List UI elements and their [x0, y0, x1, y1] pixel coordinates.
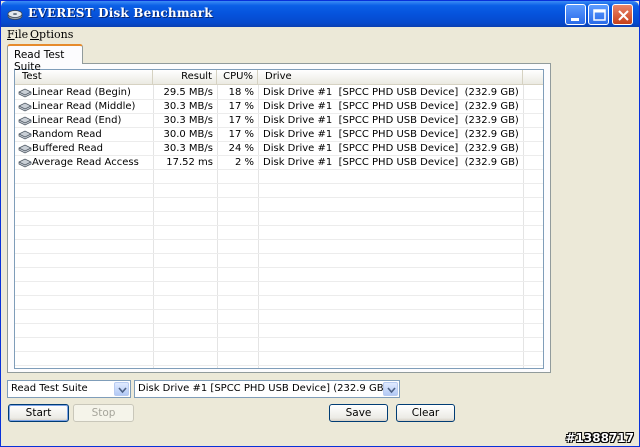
cell-test: Buffered Read	[32, 143, 103, 154]
grid-line	[15, 337, 543, 338]
grid-line	[15, 267, 543, 268]
grid-line	[15, 351, 543, 352]
cell-drive: Disk Drive #1 [SPCC PHD USB Device] (232…	[263, 101, 519, 112]
results-list[interactable]: Test Result CPU% Drive Linear Read (Begi…	[14, 69, 544, 369]
tab-read-test-suite[interactable]: Read Test Suite	[7, 44, 83, 73]
hard-disk-icon	[18, 88, 32, 98]
cell-cpu: 17 %	[228, 101, 254, 112]
grid-line	[15, 281, 543, 282]
title-bar[interactable]: EVEREST Disk Benchmark	[1, 1, 639, 27]
cell-result: 29.5 MB/s	[163, 87, 213, 98]
suite-select-arrow[interactable]	[114, 382, 129, 396]
suite-select-value: Read Test Suite	[11, 383, 88, 394]
column-header-filler	[523, 70, 543, 85]
clear-button[interactable]: Clear	[396, 404, 455, 422]
table-row[interactable]: Linear Read (Middle) 30.3 MB/s 17 % Disk Dr…	[15, 100, 543, 114]
grid-line	[15, 295, 543, 296]
clear-button-label: Clear	[411, 407, 440, 419]
cell-test: Average Read Access	[32, 157, 139, 168]
maximize-button[interactable]	[588, 4, 609, 25]
stop-button[interactable]: Stop	[73, 404, 134, 422]
grid-line	[15, 183, 543, 184]
table-row[interactable]: Buffered Read 30.3 MB/s 24 % Disk Drive #1 …	[15, 142, 543, 156]
start-button-label: Start	[25, 407, 52, 419]
cell-drive: Disk Drive #1 [SPCC PHD USB Device] (232…	[263, 87, 519, 98]
drive-select-arrow[interactable]	[383, 382, 398, 396]
maximize-icon	[593, 9, 606, 21]
drive-select[interactable]: Disk Drive #1 [SPCC PHD USB Device] (232…	[134, 380, 400, 398]
table-row[interactable]: Random Read 30.0 MB/s 17 % Disk Drive #1 [S…	[15, 128, 543, 142]
cell-cpu: 18 %	[228, 87, 254, 98]
grid-line	[15, 211, 543, 212]
hard-disk-icon	[18, 116, 32, 126]
cell-test: Linear Read (Begin)	[32, 87, 131, 98]
chevron-down-icon	[118, 387, 127, 394]
cell-cpu: 17 %	[228, 115, 254, 126]
close-icon	[618, 10, 629, 21]
cell-result: 30.3 MB/s	[163, 101, 213, 112]
column-header-result[interactable]: Result	[153, 70, 217, 85]
minimize-button[interactable]	[565, 4, 586, 25]
cell-drive: Disk Drive #1 [SPCC PHD USB Device] (232…	[263, 129, 519, 140]
hard-disk-icon	[18, 158, 32, 168]
cell-result: 30.3 MB/s	[163, 143, 213, 154]
column-header-cpu[interactable]: CPU%	[217, 70, 258, 85]
grid-line	[15, 239, 543, 240]
cell-test: Linear Read (End)	[32, 115, 122, 126]
cell-result: 30.3 MB/s	[163, 115, 213, 126]
cell-cpu: 24 %	[228, 143, 254, 154]
hard-disk-icon	[18, 102, 32, 112]
suite-select[interactable]: Read Test Suite	[7, 380, 131, 398]
grid-line	[15, 225, 543, 226]
hard-disk-icon	[18, 130, 32, 140]
cell-test: Random Read	[32, 129, 102, 140]
menu-file[interactable]: File	[7, 28, 28, 41]
menu-options[interactable]: Options	[30, 28, 73, 41]
table-row[interactable]: Linear Read (End) 30.3 MB/s 17 % Disk Drive…	[15, 114, 543, 128]
hard-disk-icon	[18, 144, 32, 154]
start-button[interactable]: Start	[8, 404, 69, 422]
drive-select-value: Disk Drive #1 [SPCC PHD USB Device] (232…	[138, 383, 388, 394]
grid-line	[15, 365, 543, 366]
list-header: Test Result CPU% Drive	[15, 70, 543, 85]
close-button[interactable]	[612, 4, 633, 25]
cell-drive: Disk Drive #1 [SPCC PHD USB Device] (232…	[263, 115, 519, 126]
cell-test: Linear Read (Middle)	[32, 101, 136, 112]
cell-result: 17.52 ms	[166, 157, 213, 168]
cell-result: 30.0 MB/s	[163, 129, 213, 140]
grid-line	[15, 323, 543, 324]
cell-drive: Disk Drive #1 [SPCC PHD USB Device] (232…	[263, 143, 519, 154]
cell-cpu: 2 %	[234, 157, 254, 168]
table-row[interactable]: Linear Read (Begin) 29.5 MB/s 18 % Disk Dri…	[15, 86, 543, 100]
menu-bar: File Options	[1, 27, 639, 43]
watermark: #1388717	[565, 431, 634, 445]
grid-line	[15, 309, 543, 310]
window-title: EVEREST Disk Benchmark	[28, 6, 213, 20]
stop-button-label: Stop	[91, 407, 116, 419]
cell-drive: Disk Drive #1 [SPCC PHD USB Device] (232…	[263, 157, 519, 168]
chevron-down-icon	[387, 387, 396, 394]
table-row[interactable]: Average Read Access 17.52 ms 2 % Disk Drive…	[15, 156, 543, 170]
grid-line	[15, 197, 543, 198]
save-button[interactable]: Save	[329, 404, 388, 422]
minimize-icon	[571, 18, 579, 21]
column-header-drive[interactable]: Drive	[258, 70, 523, 85]
benchmark-window: EVEREST Disk Benchmark File Options Read…	[0, 0, 640, 447]
tab-label: Read Test Suite	[14, 49, 65, 73]
save-button-label: Save	[345, 407, 372, 419]
cell-cpu: 17 %	[228, 129, 254, 140]
grid-line	[15, 253, 543, 254]
disk-app-icon	[7, 10, 23, 20]
